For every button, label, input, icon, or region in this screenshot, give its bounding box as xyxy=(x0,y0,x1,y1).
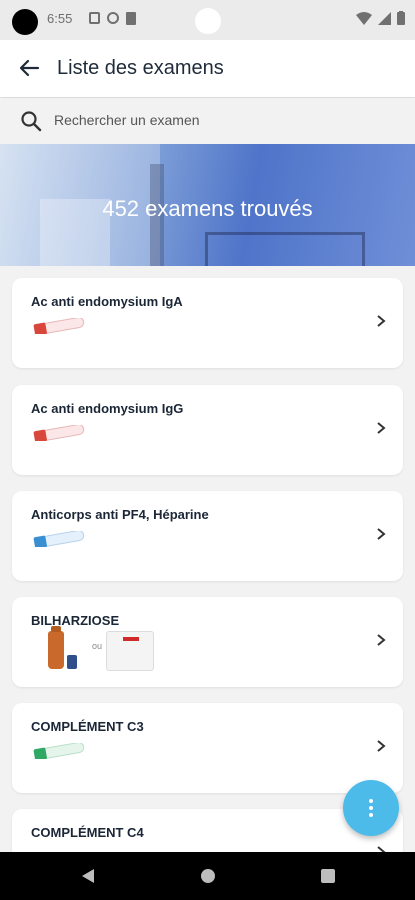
exam-name: Ac anti endomysium IgA xyxy=(31,294,183,309)
camera-cutout xyxy=(12,9,38,35)
red-tube-icon xyxy=(33,425,85,441)
arrow-back-icon[interactable] xyxy=(18,57,40,79)
search-input[interactable]: Rechercher un examen xyxy=(54,112,200,128)
nav-back-icon[interactable] xyxy=(80,868,96,884)
green-tube-icon xyxy=(33,743,85,759)
chevron-right-icon xyxy=(377,634,386,646)
exam-card[interactable]: Ac anti endomysium IgG xyxy=(12,385,403,475)
urine-bottle-icon xyxy=(48,626,64,669)
banner-background-shape xyxy=(205,232,365,266)
page-title: Liste des examens xyxy=(57,57,224,79)
exam-card[interactable]: BILHARZIOSE ou xyxy=(12,597,403,687)
front-camera xyxy=(195,8,221,34)
results-count: 452 examens trouvés xyxy=(102,196,313,221)
notification-icon xyxy=(89,12,100,24)
battery-icon xyxy=(397,11,405,25)
exam-name: COMPLÉMENT C4 xyxy=(31,825,144,840)
system-icons xyxy=(356,11,405,25)
search-bar[interactable]: Rechercher un examen xyxy=(0,98,415,144)
sd-card-icon xyxy=(126,12,136,25)
search-icon xyxy=(21,111,42,132)
wifi-icon xyxy=(356,11,372,25)
blue-tube-icon xyxy=(33,531,85,547)
chevron-right-icon xyxy=(377,740,386,752)
chevron-right-icon xyxy=(377,528,386,540)
chevron-right-icon xyxy=(377,315,386,327)
sample-kit-icon xyxy=(106,631,154,671)
exam-name: Ac anti endomysium IgG xyxy=(31,401,184,416)
or-label: ou xyxy=(92,641,103,651)
chevron-right-icon xyxy=(377,422,386,434)
status-time: 6:55 xyxy=(47,11,73,26)
exam-name: BILHARZIOSE xyxy=(31,613,120,628)
app-bar: Liste des examens xyxy=(0,40,415,97)
nav-home-icon[interactable] xyxy=(201,869,215,883)
nav-recents-icon[interactable] xyxy=(321,869,335,883)
results-banner: 452 examens trouvés xyxy=(0,144,415,266)
system-navigation-bar xyxy=(0,852,415,900)
notification-icon xyxy=(107,12,119,24)
exam-name: Anticorps anti PF4, Héparine xyxy=(31,507,209,522)
exam-card[interactable]: Ac anti endomysium IgA xyxy=(12,278,403,368)
exam-name: COMPLÉMENT C3 xyxy=(31,719,144,734)
status-bar: 6:55 xyxy=(0,0,415,40)
exam-card[interactable]: Anticorps anti PF4, Héparine xyxy=(12,491,403,581)
signal-icon xyxy=(378,11,391,25)
vial-icon xyxy=(67,655,77,669)
more-options-button[interactable] xyxy=(343,780,399,836)
exam-card[interactable]: COMPLÉMENT C3 xyxy=(12,703,403,793)
red-tube-icon xyxy=(33,318,85,334)
notification-icons xyxy=(89,12,136,25)
